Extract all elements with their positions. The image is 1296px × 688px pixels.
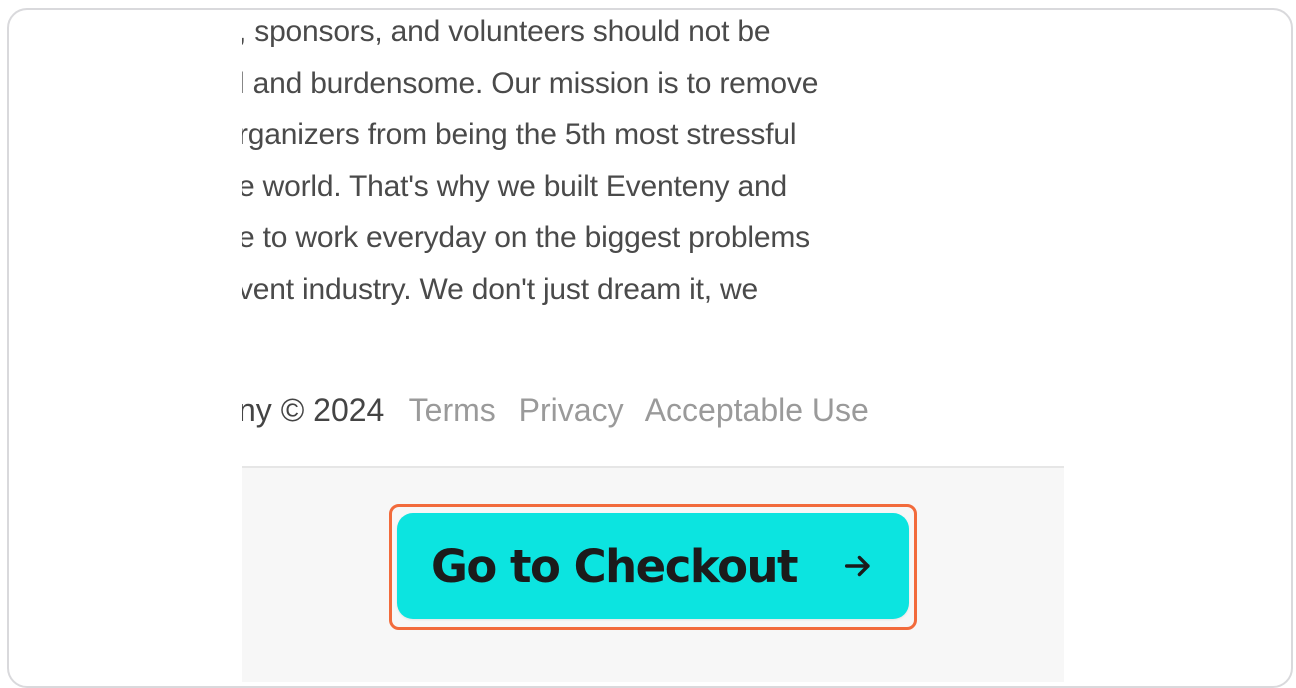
about-paragraph: , sponsors, and volunteers should not be…: [242, 10, 958, 315]
checkout-button-label: Go to Checkout: [431, 539, 799, 593]
page-viewport: , sponsors, and volunteers should not be…: [242, 10, 1064, 682]
screenshot-frame: , sponsors, and volunteers should not be…: [7, 8, 1293, 688]
about-line: l and burdensome. Our mission is to remo…: [242, 66, 819, 100]
about-line: e world. That's why we built Eventeny an…: [242, 169, 787, 203]
terms-link[interactable]: Terms: [409, 392, 496, 428]
about-line: vent industry. We don't just dream it, w…: [242, 272, 758, 306]
go-to-checkout-button[interactable]: Go to Checkout: [397, 513, 909, 619]
privacy-link[interactable]: Privacy: [519, 392, 624, 428]
footer-legal: ny © 2024 Terms Privacy Acceptable Use: [242, 390, 883, 430]
about-line: rganizers from being the 5th most stress…: [242, 118, 797, 151]
arrow-right-icon: [844, 555, 870, 577]
checkout-bar: Go to Checkout: [242, 466, 1064, 682]
acceptable-use-link[interactable]: Acceptable Use: [645, 392, 869, 428]
copyright-text: ny © 2024: [242, 392, 385, 428]
about-line: , sponsors, and volunteers should not be: [242, 15, 771, 48]
about-line: e to work everyday on the biggest proble…: [242, 221, 810, 254]
